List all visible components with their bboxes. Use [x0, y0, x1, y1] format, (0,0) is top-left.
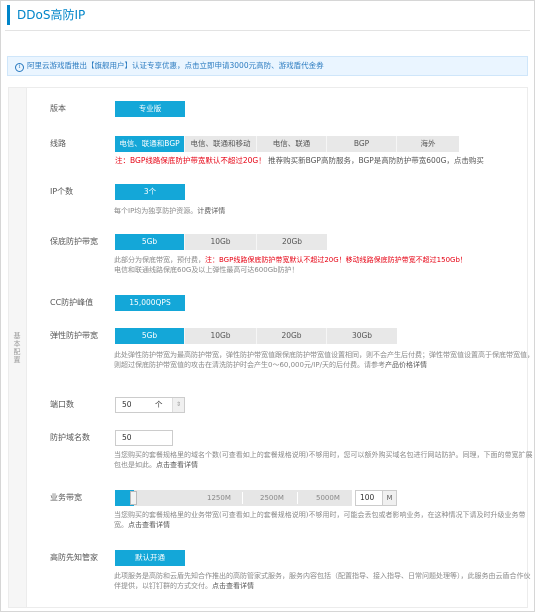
line-tabs: 电信、联通和BGP 电信、联通和移动 电信、联通 BGP 海外 — [115, 136, 459, 152]
line-note-warning: 注：BGP线路保底防护带宽默认不超过20G！ — [115, 156, 266, 165]
bandwidth-slider-handle[interactable] — [130, 491, 137, 505]
ports-stepper[interactable]: 50 个 ⇕ — [115, 397, 185, 413]
base-bandwidth-option-20gb[interactable]: 20Gb — [257, 234, 327, 250]
manager-detail-link[interactable]: 点击查看详情 — [212, 582, 254, 590]
base-bandwidth-label: 保底防护带宽 — [50, 237, 98, 246]
elastic-bandwidth-option-30gb[interactable]: 30Gb — [327, 328, 397, 344]
base-bandwidth-tabs: 5Gb 10Gb 20Gb — [115, 234, 327, 250]
price-detail-link[interactable]: 产品价格详情 — [385, 361, 427, 369]
pricing-detail-link[interactable]: 计费详情 — [197, 207, 225, 215]
bandwidth-note: 当您购买的套餐规格里的业务带宽(可查看如上的套餐规格说明)不够用时，可能会丢包或… — [114, 510, 534, 530]
line-note: 注：BGP线路保底防护带宽默认不超过20G！ 推荐购买新BGP高防服务，BGP是… — [115, 156, 484, 166]
bandwidth-slider[interactable]: 1250M 2500M 5000M — [115, 490, 352, 506]
line-option-telecom-unicom[interactable]: 电信、联通 — [257, 136, 327, 152]
slider-divider — [297, 492, 298, 504]
ports-value[interactable]: 50 — [116, 398, 155, 412]
manager-note: 此项服务是高防和云盾先知合作推出的高防管家式服务，服务内容包括（配置指导、接入指… — [114, 571, 534, 591]
line-option-bgp[interactable]: BGP — [327, 136, 397, 152]
elastic-bandwidth-option-5gb[interactable]: 5Gb — [115, 328, 185, 344]
ip-count-note-text: 每个IP均为独享防护资源。 — [114, 207, 198, 215]
cc-peak-option[interactable]: 15,000QPS — [115, 295, 185, 311]
manager-label: 高防先知管家 — [50, 553, 98, 562]
elastic-bandwidth-option-20gb[interactable]: 20Gb — [257, 328, 327, 344]
domains-value[interactable]: 50 — [116, 431, 172, 445]
base-bandwidth-option-5gb[interactable]: 5Gb — [115, 234, 185, 250]
manager-note-text: 此项服务是高防和云盾先知合作推出的高防管家式服务，服务内容包括（配置指导、接入指… — [114, 572, 531, 590]
domains-note: 当您购买的套餐规格里的域名个数(可查看如上的套餐规格说明)不够用时，您可以额外购… — [114, 450, 534, 470]
line-note-text[interactable]: 推荐购买新BGP高防服务，BGP是高防防护带宽600G，点击购买 — [268, 156, 484, 165]
bandwidth-input[interactable]: 100 — [355, 490, 383, 506]
base-bandwidth-note-warning: 注：BGP线路保底防护带宽默认不超过20G！移动线路保底防护带宽不超过150Gb… — [205, 256, 467, 264]
bandwidth-unit: M — [383, 490, 397, 506]
promo-notice-text: 阿里云游戏盾推出【旗舰用户】认证专享优惠，点击立即申请3000元高防、游戏盾代金… — [27, 61, 324, 70]
basic-config-panel: 基本配置 版本 专业版 线路 电信、联通和BGP 电信、联通和移动 电信、联通 … — [8, 87, 534, 608]
bandwidth-mark-5000: 5000M — [316, 494, 340, 502]
side-label-text: 基本配置 — [13, 331, 21, 364]
config-form: 版本 专业版 线路 电信、联通和BGP 电信、联通和移动 电信、联通 BGP 海… — [26, 88, 534, 607]
domains-label: 防护域名数 — [50, 433, 90, 442]
ip-count-label: IP个数 — [50, 187, 74, 196]
side-label: 基本配置 — [9, 88, 25, 607]
stepper-arrows-icon[interactable]: ⇕ — [172, 398, 184, 412]
info-icon: i — [15, 63, 24, 72]
ip-count-option[interactable]: 3个 — [115, 184, 185, 200]
line-option-telecom-unicom-bgp[interactable]: 电信、联通和BGP — [115, 136, 185, 152]
slider-divider — [242, 492, 243, 504]
elastic-bandwidth-note-text: 此处弹性防护带宽为最高防护带宽，弹性防护带宽值跟保底防护带宽值设置相同，则不会产… — [114, 351, 534, 369]
bandwidth-label: 业务带宽 — [50, 493, 82, 502]
line-label: 线路 — [50, 139, 66, 148]
line-option-telecom-unicom-mobile[interactable]: 电信、联通和移动 — [185, 136, 257, 152]
ports-unit: 个 — [155, 400, 163, 409]
domains-stepper[interactable]: 50 — [115, 430, 173, 446]
ddos-purchase-page: DDoS高防IP i 阿里云游戏盾推出【旗舰用户】认证专享优惠，点击立即申请300… — [0, 0, 535, 612]
bandwidth-mark-1250: 1250M — [207, 494, 231, 502]
elastic-bandwidth-option-10gb[interactable]: 10Gb — [185, 328, 257, 344]
manager-default-enable-button[interactable]: 默认开通 — [115, 550, 185, 566]
base-bandwidth-note-extra: 电信和联通线路保底60G及以上弹性最高可达600Gb防护！ — [114, 266, 299, 274]
page-title: DDoS高防IP — [7, 5, 85, 25]
cc-peak-label: CC防护峰值 — [50, 298, 94, 307]
base-bandwidth-note-text: 此部分为保底带宽，预付费， — [114, 256, 205, 264]
bandwidth-note-text: 当您购买的套餐规格里的业务带宽(可查看如上的套餐规格说明)不够用时，可能会丢包或… — [114, 511, 526, 529]
ports-label: 端口数 — [50, 400, 74, 409]
base-bandwidth-note: 此部分为保底带宽，预付费，注：BGP线路保底防护带宽默认不超过20G！移动线路保… — [114, 255, 534, 275]
elastic-bandwidth-label: 弹性防护带宽 — [50, 331, 98, 340]
bandwidth-detail-link[interactable]: 点击查看详情 — [128, 521, 170, 529]
version-option-pro[interactable]: 专业版 — [115, 101, 185, 117]
version-label: 版本 — [50, 104, 66, 113]
ip-count-note: 每个IP均为独享防护资源。计费详情 — [114, 206, 225, 216]
elastic-bandwidth-tabs: 5Gb 10Gb 20Gb 30Gb — [115, 328, 397, 344]
domains-detail-link[interactable]: 点击查看详情 — [156, 461, 198, 469]
line-option-overseas[interactable]: 海外 — [397, 136, 459, 152]
base-bandwidth-option-10gb[interactable]: 10Gb — [185, 234, 257, 250]
elastic-bandwidth-note: 此处弹性防护带宽为最高防护带宽，弹性防护带宽值跟保底防护带宽值设置相同，则不会产… — [114, 350, 534, 370]
title-divider — [5, 30, 530, 31]
promo-notice[interactable]: i 阿里云游戏盾推出【旗舰用户】认证专享优惠，点击立即申请3000元高防、游戏盾代… — [7, 56, 528, 76]
bandwidth-mark-2500: 2500M — [260, 494, 284, 502]
